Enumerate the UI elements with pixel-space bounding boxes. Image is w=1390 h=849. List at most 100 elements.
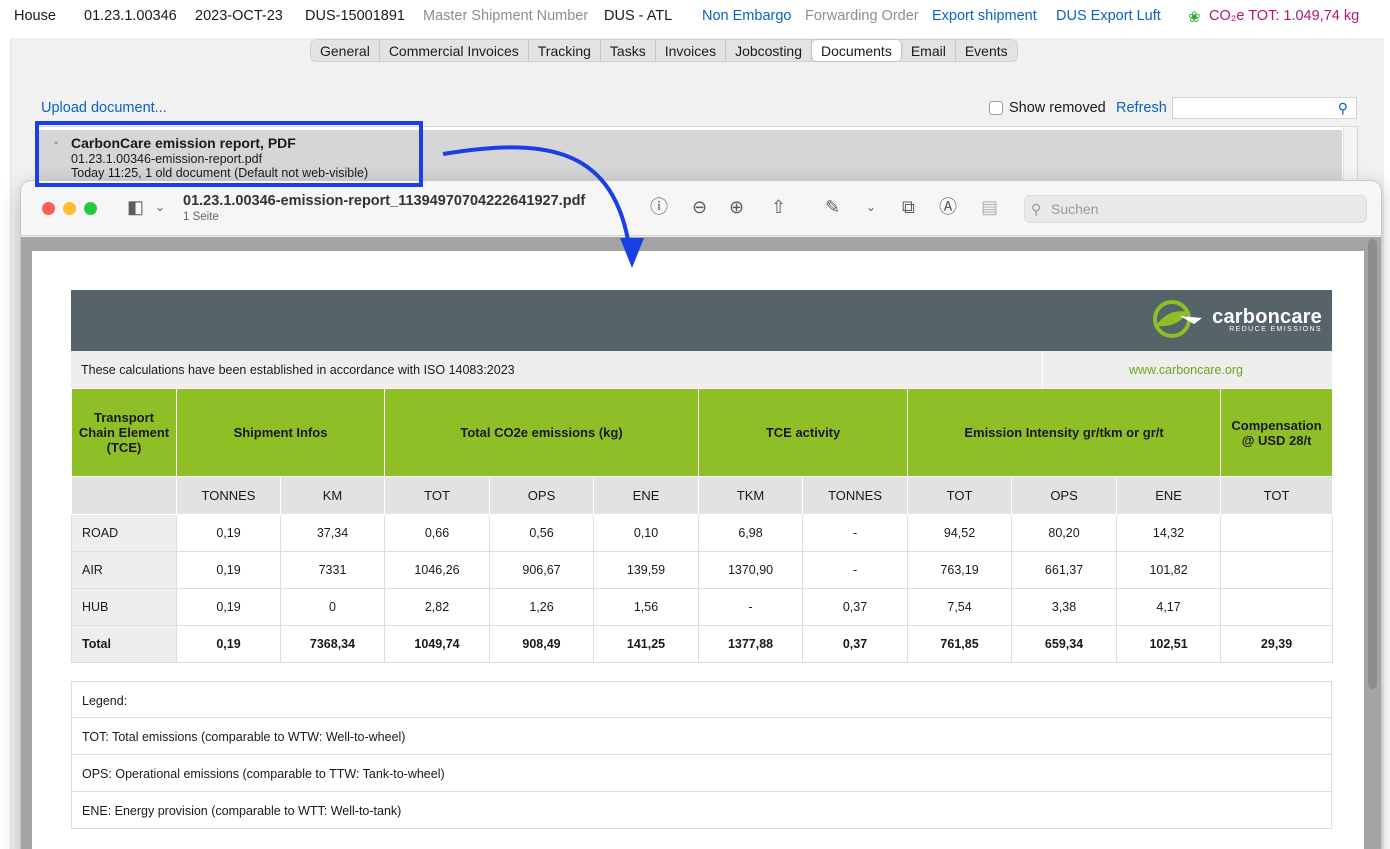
table-body: ROAD 0,19 37,34 0,66 0,56 0,10 6,98-94,52 80,20… bbox=[71, 514, 1334, 663]
subheader-cell: TOT bbox=[1220, 476, 1334, 515]
markup-pen-icon[interactable]: ✎ bbox=[825, 195, 840, 219]
value-cell: 6,98 bbox=[698, 514, 804, 552]
value-cell: 7368,34 bbox=[279, 625, 386, 663]
master-shipment-label: Master Shipment Number bbox=[423, 8, 589, 24]
value-cell: 659,34 bbox=[1011, 625, 1118, 663]
co2-total: CO₂e TOT: 1.049,74 kg bbox=[1209, 8, 1360, 24]
export-luft-link[interactable]: DUS Export Luft bbox=[1056, 8, 1161, 24]
row-label-cell: HUB bbox=[71, 588, 177, 626]
search-icon[interactable]: ⚲ bbox=[1338, 100, 1348, 117]
export-shipment-link[interactable]: Export shipment bbox=[932, 8, 1037, 24]
share-icon[interactable]: ⇧ bbox=[771, 195, 786, 219]
value-cell: 37,34 bbox=[279, 514, 386, 552]
tab-email[interactable]: Email bbox=[902, 40, 956, 61]
brand-tagline: REDUCE EMISSIONS bbox=[1229, 325, 1322, 333]
show-removed-toggle[interactable]: Show removed bbox=[989, 100, 1106, 116]
value-cell: 141,25 bbox=[593, 625, 700, 663]
search-icon: ⚲ bbox=[1031, 201, 1042, 217]
value-cell: - bbox=[698, 588, 804, 626]
show-removed-checkbox[interactable] bbox=[989, 101, 1003, 115]
value-cell: 0,19 bbox=[176, 588, 281, 626]
subheader-cell: KM bbox=[279, 476, 386, 515]
legend-item: ENE: Energy provision (comparable to WTT… bbox=[71, 792, 1332, 829]
tab-tasks[interactable]: Tasks bbox=[601, 40, 656, 61]
value-cell: - bbox=[802, 551, 909, 589]
value-cell: 1049,74 bbox=[384, 625, 491, 663]
subheader-cell: ENE bbox=[593, 476, 700, 515]
value-cell: 1,26 bbox=[489, 588, 595, 626]
table-group-header-row: Transport Chain Element (TCE) Shipment I… bbox=[71, 388, 1334, 477]
value-cell: 102,51 bbox=[1116, 625, 1222, 663]
preview-file-title: 01.23.1.00346-emission-report_1139497070… bbox=[183, 193, 586, 209]
value-cell: 139,59 bbox=[593, 551, 700, 589]
subheader-cell: TONNES bbox=[802, 476, 909, 515]
shipment-date: 2023-OCT-23 bbox=[195, 8, 283, 24]
zoom-in-icon[interactable]: ⊕ bbox=[729, 195, 744, 219]
value-cell: 101,82 bbox=[1116, 551, 1222, 589]
route: DUS - ATL bbox=[604, 8, 673, 24]
subheader-cell: OPS bbox=[489, 476, 595, 515]
value-cell: 0,37 bbox=[802, 588, 909, 626]
chevron-down-icon[interactable]: ⌄ bbox=[866, 195, 876, 219]
close-button[interactable] bbox=[42, 202, 55, 215]
subheader-cell: TONNES bbox=[176, 476, 281, 515]
value-cell: 761,85 bbox=[907, 625, 1013, 663]
value-cell: 906,67 bbox=[489, 551, 595, 589]
forwarding-order-label: Forwarding Order bbox=[805, 8, 919, 24]
leaf-icon: ❀ bbox=[1188, 9, 1201, 26]
upload-document-link[interactable]: Upload document... bbox=[41, 100, 167, 116]
tab-tracking[interactable]: Tracking bbox=[529, 40, 601, 61]
value-cell: 661,37 bbox=[1011, 551, 1118, 589]
value-cell: 4,17 bbox=[1116, 588, 1222, 626]
legend-title: Legend: bbox=[71, 681, 1332, 718]
preview-scrollbar[interactable] bbox=[1368, 239, 1377, 689]
zoom-button[interactable] bbox=[84, 202, 97, 215]
document-search-input[interactable]: ⚲ bbox=[1172, 97, 1357, 119]
info-icon[interactable]: ⓘ bbox=[650, 195, 668, 219]
tab-jobcosting[interactable]: Jobcosting bbox=[726, 40, 813, 61]
value-cell: 3,38 bbox=[1011, 588, 1118, 626]
value-cell: 7,54 bbox=[907, 588, 1013, 626]
header-tce: Transport Chain Element (TCE) bbox=[71, 388, 177, 477]
value-cell: 0,19 bbox=[176, 514, 281, 552]
value-cell bbox=[1220, 588, 1334, 626]
app-window: House 01.23.1.00346 2023-OCT-23 DUS-1500… bbox=[0, 0, 1390, 849]
value-cell: 0,19 bbox=[176, 625, 281, 663]
emission-table: Transport Chain Element (TCE) Shipment I… bbox=[71, 388, 1334, 663]
table-row: ROAD 0,19 37,34 0,66 0,56 0,10 6,98-94,52 80,20… bbox=[71, 514, 1334, 552]
minimize-button[interactable] bbox=[63, 202, 76, 215]
value-cell: 1377,88 bbox=[698, 625, 804, 663]
value-cell: 29,39 bbox=[1220, 625, 1334, 663]
zoom-out-icon[interactable]: ⊖ bbox=[692, 195, 707, 219]
pdf-preview-window: ◧ ⌄ 01.23.1.00346-emission-report_113949… bbox=[21, 181, 1381, 849]
tab-events[interactable]: Events bbox=[956, 40, 1017, 61]
house-label: House bbox=[14, 8, 56, 24]
table-row: Total 0,19 7368,34 1049,74 908,49 141,25 1377,… bbox=[71, 625, 1334, 663]
legend-item: TOT: Total emissions (comparable to WTW:… bbox=[71, 718, 1332, 755]
tab-general[interactable]: General bbox=[311, 40, 380, 61]
value-cell: 7331 bbox=[279, 551, 386, 589]
embargo-link[interactable]: Non Embargo bbox=[702, 8, 791, 24]
header-total-co2: Total CO2e emissions (kg) bbox=[384, 388, 700, 477]
sidebar-icon[interactable]: ◧ bbox=[127, 195, 144, 219]
refresh-link[interactable]: Refresh bbox=[1116, 100, 1167, 116]
value-cell: 1,56 bbox=[593, 588, 700, 626]
pdf-page: carboncare REDUCE EMISSIONS These calcul… bbox=[32, 251, 1364, 849]
chevron-down-icon[interactable]: ⌄ bbox=[155, 195, 165, 219]
preview-search-input[interactable]: ⚲ Suchen bbox=[1024, 195, 1367, 223]
header-emission-intensity: Emission Intensity gr/tkm or gr/t bbox=[907, 388, 1222, 477]
document-list-scrollbar[interactable] bbox=[1343, 127, 1357, 185]
tab-invoices[interactable]: Invoices bbox=[656, 40, 727, 61]
row-label-cell: AIR bbox=[71, 551, 177, 589]
annotate-icon[interactable]: Ⓐ bbox=[939, 195, 957, 219]
rotate-icon[interactable]: ⧉ bbox=[902, 195, 915, 219]
subheader-cell: TOT bbox=[384, 476, 491, 515]
subheader-cell: TOT bbox=[907, 476, 1013, 515]
tab-documents[interactable]: Documents bbox=[812, 40, 902, 61]
report-header: carboncare REDUCE EMISSIONS bbox=[71, 290, 1332, 351]
tab-commercial-invoices[interactable]: Commercial Invoices bbox=[380, 40, 529, 61]
signature-icon[interactable]: ▤ bbox=[981, 195, 998, 219]
header-compensation: Compensation @ USD 28/t bbox=[1220, 388, 1334, 477]
website-link[interactable]: www.carboncare.org bbox=[1043, 351, 1332, 388]
subheader-cell: OPS bbox=[1011, 476, 1118, 515]
